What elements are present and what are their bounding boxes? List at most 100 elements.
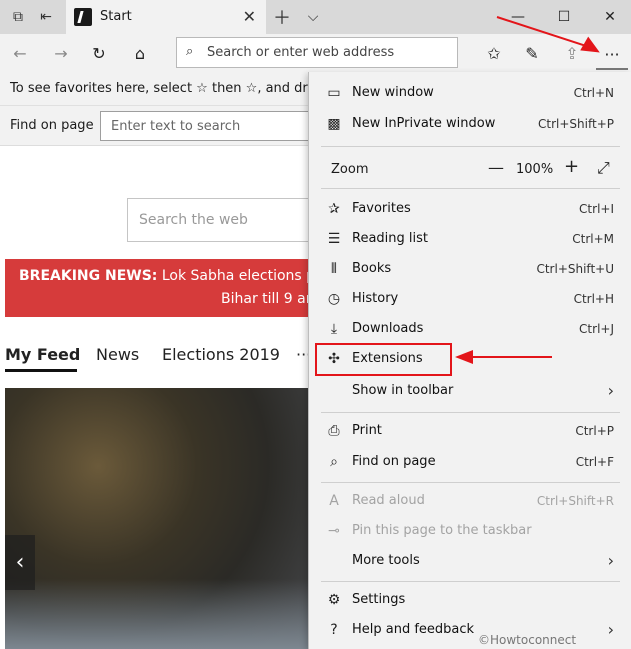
navigation-bar: ← → ↻ ⌂ ⌕ Search or enter web address ✩ … (0, 34, 631, 72)
close-tab-icon[interactable]: ✕ (243, 7, 256, 26)
read-aloud-icon: A (329, 493, 339, 509)
chevron-right-icon: › (607, 551, 614, 570)
menu-item-more-tools[interactable]: More tools › (309, 546, 631, 576)
search-icon: ⌕ (186, 44, 194, 59)
menu-shortcut: Ctrl+Shift+U (536, 262, 614, 276)
menu-item-new-window[interactable]: ▭ New window Ctrl+N (309, 78, 631, 108)
menu-label: Help and feedback (352, 622, 475, 637)
set-aside-tabs-icon[interactable]: ⇤ (36, 7, 56, 27)
menu-label: Show in toolbar (352, 383, 454, 398)
menu-shortcut: Ctrl+P (575, 424, 614, 438)
annotation-arrow-extensions (472, 356, 552, 358)
search-web-placeholder: Search the web (139, 212, 248, 228)
forward-icon[interactable]: → (50, 42, 72, 64)
menu-shortcut: Ctrl+Shift+P (538, 117, 614, 131)
tab-start[interactable]: Start ✕ (66, 0, 266, 34)
tab-elections-2019[interactable]: Elections 2019 (162, 345, 280, 364)
menu-item-books[interactable]: ⫴ Books Ctrl+Shift+U (309, 254, 631, 284)
reading-list-icon: ☰ (327, 231, 341, 247)
zoom-label: Zoom (331, 162, 369, 177)
favorites-icon: ✰ (328, 201, 340, 217)
gear-icon: ⚙ (327, 592, 341, 608)
maximize-button[interactable]: ☐ (552, 5, 576, 29)
find-placeholder: Enter text to search (111, 119, 241, 134)
watermark: ©Howtoconnect (478, 633, 577, 647)
zoom-value: 100% (516, 162, 554, 177)
refresh-icon[interactable]: ↻ (88, 42, 110, 64)
menu-shortcut: Ctrl+M (572, 232, 614, 246)
menu-label: Find on page (352, 454, 436, 469)
menu-separator (321, 482, 620, 483)
menu-item-show-in-toolbar[interactable]: Show in toolbar › (309, 376, 631, 406)
new-window-icon: ▭ (327, 85, 341, 101)
chevron-right-icon: › (607, 620, 614, 639)
tab-my-feed[interactable]: My Feed (5, 345, 80, 364)
find-icon: ⌕ (330, 454, 338, 470)
zoom-in-icon[interactable]: + (564, 156, 579, 177)
web-notes-pen-icon[interactable]: ✎ (521, 42, 543, 64)
menu-item-help-and-feedback[interactable]: ? Help and feedback › (309, 615, 631, 645)
menu-separator (321, 146, 620, 147)
menu-label: More tools (352, 553, 420, 568)
annotation-arrowhead-extensions (455, 350, 473, 364)
full-screen-icon[interactable]: ⤢ (597, 158, 610, 178)
carousel-prev-icon[interactable]: ‹ (5, 535, 35, 590)
menu-shortcut: Ctrl+Shift+R (536, 494, 614, 508)
tab-news[interactable]: News (96, 345, 139, 364)
menu-shortcut: Ctrl+I (579, 202, 614, 216)
menu-label: Settings (352, 592, 406, 607)
chevron-right-icon: › (607, 381, 614, 400)
breaking-text: Lok Sabha elections pha (157, 268, 333, 284)
menu-separator (321, 188, 620, 189)
tab-actions-icon[interactable]: ⧉ (8, 7, 28, 27)
find-label: Find on page (10, 118, 94, 133)
favorites-hint: To see favorites here, select ☆ then ☆, … (10, 81, 324, 96)
breaking-news-line1: BREAKING NEWS: Lok Sabha elections pha (19, 268, 333, 284)
menu-shortcut: Ctrl+F (575, 455, 614, 469)
breaking-label: BREAKING NEWS: (19, 268, 158, 284)
address-bar[interactable]: ⌕ Search or enter web address (176, 37, 458, 68)
menu-item-pin-to-taskbar[interactable]: ⊸ Pin this page to the taskbar (309, 516, 631, 546)
menu-label: Read aloud (352, 493, 425, 508)
home-icon[interactable]: ⌂ (129, 42, 151, 64)
help-icon: ? (330, 622, 338, 638)
breaking-news-line2: Bihar till 9 am (221, 291, 320, 307)
print-icon: ⎙ (328, 423, 340, 439)
menu-item-settings[interactable]: ⚙ Settings (309, 585, 631, 615)
menu-item-history[interactable]: ◷ History Ctrl+H (309, 284, 631, 314)
menu-label: Books (352, 261, 392, 276)
menu-shortcut: Ctrl+J (579, 322, 614, 336)
new-tab-icon[interactable]: ＋ (272, 7, 292, 29)
menu-shortcut: Ctrl+H (573, 292, 614, 306)
menu-label: New InPrivate window (352, 116, 496, 131)
downloads-icon: ⤓ (330, 321, 338, 337)
history-icon: ◷ (327, 291, 341, 307)
menu-label: New window (352, 85, 434, 100)
hero-image[interactable] (5, 388, 315, 649)
menu-label: Pin this page to the taskbar (352, 523, 532, 538)
active-tab-underline (5, 369, 77, 372)
menu-item-favorites[interactable]: ✰ Favorites Ctrl+I (309, 194, 631, 224)
menu-separator (321, 412, 620, 413)
menu-item-find-on-page[interactable]: ⌕ Find on page Ctrl+F (309, 447, 631, 477)
tab-preview-chevron-icon[interactable]: ⌵ (303, 7, 323, 27)
address-placeholder: Search or enter web address (207, 45, 395, 60)
menu-label: Favorites (352, 201, 411, 216)
menu-item-downloads[interactable]: ⤓ Downloads Ctrl+J (309, 314, 631, 344)
menu-shortcut: Ctrl+N (573, 86, 614, 100)
share-icon[interactable]: ⇪ (561, 42, 583, 64)
back-icon[interactable]: ← (9, 42, 31, 64)
favorites-star-icon[interactable]: ✩ (483, 42, 505, 64)
menu-label: Print (352, 423, 382, 438)
menu-item-reading-list[interactable]: ☰ Reading list Ctrl+M (309, 224, 631, 254)
start-page-icon (74, 8, 92, 26)
menu-item-print[interactable]: ⎙ Print Ctrl+P (309, 416, 631, 446)
zoom-out-icon[interactable]: — (488, 158, 504, 177)
menu-label: Reading list (352, 231, 428, 246)
menu-label: History (352, 291, 399, 306)
pin-icon: ⊸ (328, 523, 340, 539)
menu-item-read-aloud[interactable]: A Read aloud Ctrl+Shift+R (309, 486, 631, 516)
menu-label: Downloads (352, 321, 424, 336)
menu-item-new-inprivate-window[interactable]: ▩ New InPrivate window Ctrl+Shift+P (309, 109, 631, 139)
close-window-button[interactable]: ✕ (598, 5, 622, 29)
